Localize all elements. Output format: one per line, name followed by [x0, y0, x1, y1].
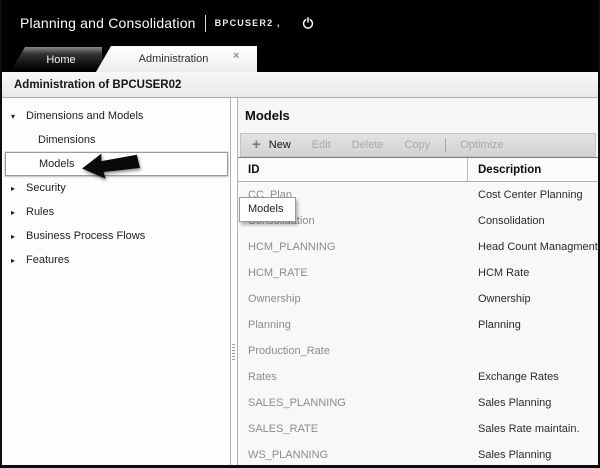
app-title: Planning and Consolidation	[20, 15, 196, 31]
models-tooltip: Models	[239, 197, 296, 222]
close-icon[interactable]: ×	[233, 51, 257, 68]
chevron-right-icon[interactable]: ▸	[11, 232, 26, 241]
model-description: Planning	[467, 319, 598, 331]
model-description: Exchange Rates	[467, 371, 598, 383]
model-description: Sales Rate maintain.	[467, 423, 598, 435]
chevron-right-icon[interactable]: ▸	[11, 256, 26, 265]
table-row[interactable]: Rates Exchange Rates	[238, 364, 598, 390]
tree-item-label: Dimensions and Models	[26, 110, 143, 122]
table-row[interactable]: WS_PLANNING Sales Planning	[238, 442, 598, 465]
table-row[interactable]: HCM_RATE HCM Rate	[238, 260, 598, 286]
tree-item-label: Business Process Flows	[26, 230, 145, 242]
page-title: Administration of BPCUSER02	[14, 79, 181, 91]
sidebar-item-dimensions[interactable]: Dimensions	[2, 128, 230, 152]
splitter	[231, 98, 238, 465]
table-row[interactable]: Ownership Ownership	[238, 286, 598, 312]
model-id: Ownership	[238, 293, 467, 305]
panel-title: Models	[238, 98, 598, 133]
logout-button[interactable]	[301, 16, 315, 30]
model-description: Cost Center Planning	[467, 189, 598, 201]
tree-item-label: Features	[26, 254, 69, 266]
model-description: HCM Rate	[467, 267, 598, 279]
model-id: Production_Rate	[238, 345, 467, 357]
tree-item-label: Security	[26, 182, 66, 194]
model-id: HCM_RATE	[238, 267, 467, 279]
top-bar: Planning and Consolidation BPCUSER2 ,	[2, 0, 598, 46]
toolbar-separator	[445, 138, 446, 152]
model-id: HCM_PLANNING	[238, 241, 467, 253]
model-id: SALES_RATE	[238, 423, 467, 435]
chevron-right-icon[interactable]: ▸	[11, 184, 26, 193]
chevron-right-icon[interactable]: ▸	[11, 208, 26, 217]
model-id: WS_PLANNING	[238, 449, 467, 461]
table-row[interactable]: Planning Planning	[238, 312, 598, 338]
model-description: Ownership	[467, 293, 598, 305]
tree-item-label: Models	[39, 158, 74, 170]
models-table-header: ID Description	[238, 157, 598, 182]
model-description: Consolidation	[467, 215, 598, 227]
column-header-description: Description	[467, 158, 598, 181]
table-row[interactable]: SALES_RATE Sales Rate maintain.	[238, 416, 598, 442]
delete-button[interactable]: Delete	[352, 139, 384, 151]
table-row[interactable]: Production_Rate	[238, 338, 598, 364]
edit-button[interactable]: Edit	[312, 139, 331, 151]
chevron-down-icon[interactable]: ▾	[11, 112, 26, 121]
content-area: ▾ Dimensions and Models Dimensions Model…	[2, 98, 598, 465]
model-id: Planning	[238, 319, 467, 331]
sidebar-item-models[interactable]: Models	[5, 152, 228, 176]
table-row[interactable]: SALES_PLANNING Sales Planning	[238, 390, 598, 416]
copy-button[interactable]: Copy	[405, 139, 431, 151]
sidebar-item-dimensions-and-models[interactable]: ▾ Dimensions and Models	[2, 104, 230, 128]
application-window: Planning and Consolidation BPCUSER2 , Ho…	[0, 0, 600, 468]
power-icon	[301, 16, 315, 30]
column-header-id: ID	[238, 158, 467, 181]
tab-home[interactable]: Home	[10, 47, 102, 72]
new-button[interactable]: New	[269, 139, 291, 151]
splitter-grip-icon[interactable]	[232, 344, 235, 362]
tree-item-label: Rules	[26, 206, 54, 218]
current-user-label: BPCUSER2 ,	[215, 18, 281, 28]
sidebar-item-rules[interactable]: ▸ Rules	[2, 200, 230, 224]
navigation-sidebar: ▾ Dimensions and Models Dimensions Model…	[2, 98, 231, 465]
tab-strip: Home Administration ×	[2, 46, 598, 72]
tab-administration-label: Administration	[96, 53, 233, 65]
topbar-divider	[205, 15, 206, 32]
model-description: Head Count Managment Pla	[467, 241, 598, 253]
sidebar-item-business-process-flows[interactable]: ▸ Business Process Flows	[2, 224, 230, 248]
tab-home-label: Home	[46, 54, 75, 66]
models-panel: Models + New Edit Delete Copy Optimize I…	[238, 98, 598, 465]
model-id: Rates	[238, 371, 467, 383]
page-header: Administration of BPCUSER02	[2, 72, 598, 98]
models-table-body: CC_Plan Cost Center Planning Consolidati…	[238, 182, 598, 465]
model-description: Sales Planning	[467, 449, 598, 461]
models-toolbar: + New Edit Delete Copy Optimize	[240, 133, 596, 157]
table-row[interactable]: HCM_PLANNING Head Count Managment Pla	[238, 234, 598, 260]
model-description: Sales Planning	[467, 397, 598, 409]
optimize-button[interactable]: Optimize	[460, 139, 503, 151]
sidebar-item-features[interactable]: ▸ Features	[2, 248, 230, 272]
tab-administration[interactable]: Administration ×	[96, 46, 257, 72]
model-id: SALES_PLANNING	[238, 397, 467, 409]
sidebar-item-security[interactable]: ▸ Security	[2, 176, 230, 200]
tree-item-label: Dimensions	[38, 134, 95, 146]
plus-icon: +	[252, 138, 261, 151]
